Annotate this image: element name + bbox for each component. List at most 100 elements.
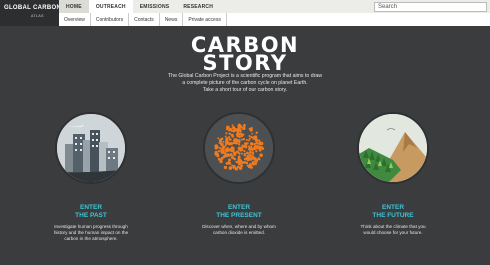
enter-the-future-link[interactable]: ENTER THE FUTURE — [333, 204, 453, 220]
logo-subtext: ATLAS — [31, 14, 44, 18]
enter-label: ENTER — [227, 204, 251, 211]
carbon-dot — [245, 156, 249, 160]
carbon-dot — [254, 138, 259, 142]
past-illustration[interactable] — [55, 112, 127, 184]
carbon-dot — [238, 146, 242, 149]
carbon-dot — [237, 155, 241, 159]
carbon-dot — [252, 153, 255, 156]
carbon-dot — [239, 132, 242, 135]
subnav-news[interactable]: News — [160, 13, 184, 26]
carbon-dot — [237, 165, 240, 168]
carbon-dot — [251, 132, 254, 135]
carbon-dot — [229, 138, 232, 141]
carbon-dot — [224, 154, 228, 158]
nav-research[interactable]: RESEARCH — [176, 0, 220, 13]
carbon-dot — [235, 133, 238, 136]
carbon-dot — [225, 148, 228, 150]
section-title: THE FUTURE — [372, 212, 414, 219]
enter-label: ENTER — [381, 204, 405, 211]
search-input[interactable]: Search — [374, 2, 487, 12]
present-illustration[interactable] — [203, 112, 275, 184]
intro-line-1: The Global Carbon Project is a scientifi… — [168, 73, 322, 79]
carbon-dot — [217, 149, 220, 153]
carbon-dot — [214, 144, 219, 148]
carbon-dot — [239, 125, 243, 129]
carbon-dot — [239, 130, 242, 133]
carbon-dot — [243, 152, 246, 155]
present-description: Discover when, where and by whom carbon … — [189, 224, 289, 236]
carbon-dot — [240, 138, 243, 141]
carbon-dot — [231, 155, 234, 158]
carbon-dot — [238, 166, 242, 170]
carbon-dot — [249, 128, 253, 132]
enter-the-past-link[interactable]: ENTER THE PAST — [31, 204, 151, 220]
carbon-dot — [222, 140, 225, 143]
carbon-dot — [220, 149, 224, 153]
carbon-dot — [228, 127, 233, 132]
section-title: THE PAST — [75, 212, 107, 219]
future-illustration[interactable] — [357, 112, 429, 184]
carbon-dot — [250, 135, 253, 139]
nav-emissions[interactable]: EMISSIONS — [133, 0, 177, 13]
subnav-contributors[interactable]: Contributors — [91, 13, 130, 26]
site-logo[interactable]: GLOBAL CARBON ATLAS — [0, 0, 62, 26]
carbon-dot — [245, 139, 248, 142]
carbon-dot — [237, 152, 241, 155]
carbon-dot — [256, 147, 259, 150]
carbon-dot — [214, 150, 218, 154]
carbon-dot — [259, 149, 262, 151]
subnav-private-access[interactable]: Private access — [183, 13, 227, 26]
city-icon — [57, 114, 125, 182]
carbon-dot — [234, 138, 238, 142]
carbon-dot — [245, 161, 249, 165]
carbon-dot — [219, 159, 223, 162]
carbon-dot — [253, 143, 256, 146]
carbon-dot — [220, 137, 224, 141]
landscape-icon — [359, 114, 427, 182]
carbon-dots-icon — [205, 114, 273, 182]
carbon-dot — [224, 144, 227, 147]
carbon-dot — [240, 152, 243, 155]
carbon-dot — [242, 126, 246, 131]
enter-the-present-link[interactable]: ENTER THE PRESENT — [179, 204, 299, 220]
carbon-dot — [251, 162, 255, 166]
carbon-dot — [230, 133, 234, 137]
carbon-dot — [223, 165, 228, 170]
carbon-dot — [238, 139, 241, 142]
carbon-dot — [248, 134, 251, 137]
carbon-dot — [233, 157, 237, 161]
section-title: THE PRESENT — [216, 212, 262, 219]
carbon-dot — [260, 142, 263, 145]
carbon-dot — [244, 145, 248, 149]
past-description: Investigate human progress through histo… — [41, 224, 141, 243]
carbon-dot — [236, 150, 239, 153]
carbon-dot — [239, 148, 243, 152]
page-title-line2: STORY — [202, 51, 288, 75]
carbon-dot — [259, 153, 263, 157]
carbon-dot — [249, 142, 254, 146]
carbon-dot — [240, 164, 244, 168]
carbon-dot — [231, 164, 234, 167]
carbon-dot — [248, 148, 252, 151]
carbon-dot — [226, 141, 229, 144]
intro-text: The Global Carbon Project is a scientifi… — [140, 73, 350, 94]
nav-home[interactable]: HOME — [59, 0, 89, 13]
carbon-dot — [249, 150, 252, 154]
sub-nav: Overview Contributors Contacts News Priv… — [59, 13, 490, 26]
carbon-dot — [227, 142, 232, 146]
carbon-dot — [228, 148, 232, 152]
subnav-contacts[interactable]: Contacts — [129, 13, 160, 26]
top-bar: GLOBAL CARBON ATLAS HOME OUTREACH EMISSI… — [0, 0, 490, 26]
logo-text: GLOBAL CARBON — [4, 5, 62, 11]
carbon-dot — [246, 164, 250, 167]
carbon-dot — [224, 135, 227, 138]
carbon-dot — [227, 160, 230, 164]
carbon-dot — [231, 124, 234, 127]
subnav-overview[interactable]: Overview — [59, 13, 91, 26]
carbon-dot — [228, 132, 231, 135]
carbon-dot — [244, 142, 248, 146]
nav-outreach[interactable]: OUTREACH — [88, 0, 133, 13]
carbon-dot — [221, 145, 226, 149]
future-description: Think about the climate that you would c… — [343, 224, 443, 236]
carbon-dot — [258, 157, 261, 161]
